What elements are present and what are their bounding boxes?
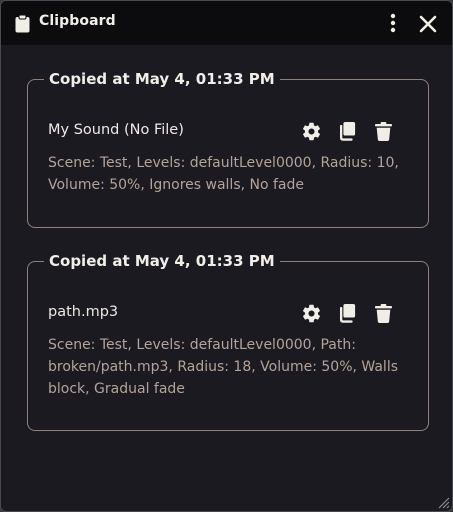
entry-actions [286,302,394,324]
window-title: Clipboard [39,13,116,29]
trash-icon [374,121,392,141]
settings-button[interactable] [300,302,322,324]
copy-icon [339,304,356,323]
entry-timestamp: Copied at May 4, 01:33 PM [44,250,280,272]
entry-timestamp: Copied at May 4, 01:33 PM [44,68,280,90]
delete-button[interactable] [372,120,394,142]
clipboard-entry: Copied at May 4, 01:33 PM path.mp3 Scene… [27,250,429,431]
copy-button[interactable] [336,120,358,142]
clipboard-entry: Copied at May 4, 01:33 PM My Sound (No F… [27,68,429,228]
settings-button[interactable] [300,120,322,142]
entry-actions [286,120,394,142]
entry-name: path.mp3 [48,304,119,320]
title-bar[interactable]: Clipboard [1,1,452,45]
gear-icon [302,122,320,140]
gear-icon [302,304,320,322]
close-button[interactable] [417,13,439,35]
entry-description: Scene: Test, Levels: defaultLevel0000, P… [48,337,398,397]
trash-icon [374,303,392,323]
copy-button[interactable] [336,302,358,324]
clipboard-window: Clipboard Copied at May 4, 01:33 PM My S… [0,0,453,512]
copy-icon [339,122,356,141]
entry-description: Scene: Test, Levels: defaultLevel0000, R… [48,155,399,193]
resize-grip-icon[interactable] [436,495,450,509]
entry-name: My Sound (No File) [48,122,184,138]
clipboard-icon [15,15,30,33]
kebab-menu-icon [390,13,396,33]
delete-button[interactable] [372,302,394,324]
close-icon [419,15,437,33]
menu-button[interactable] [383,12,403,34]
